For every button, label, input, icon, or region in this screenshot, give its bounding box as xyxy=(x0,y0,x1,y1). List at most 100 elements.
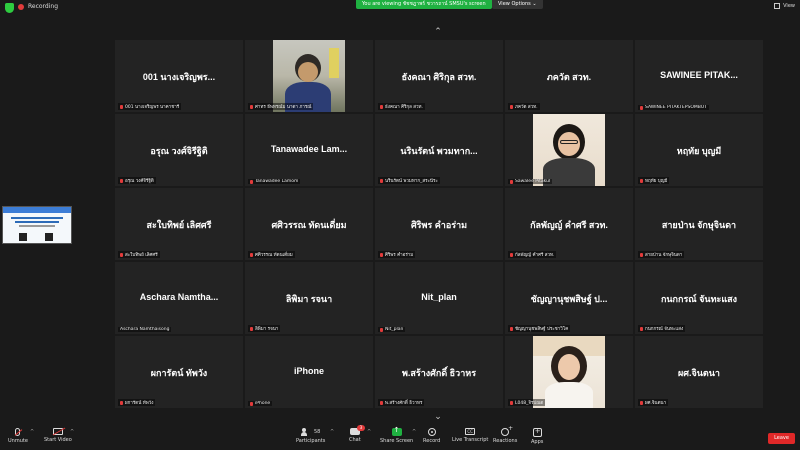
participants-options-caret-icon[interactable]: ^ xyxy=(330,429,334,435)
participants-button[interactable]: 58 Participants xyxy=(296,428,325,444)
participants-icon xyxy=(301,428,312,436)
participant-tile[interactable]: สายป่าน จักษุจินดา สายป่าน จักษุจินดา xyxy=(635,188,763,260)
closed-caption-icon: CC xyxy=(465,428,476,435)
scroll-down-chevron-icon[interactable]: ⌄ xyxy=(433,412,443,422)
shared-screen-text-line xyxy=(11,217,63,219)
record-button[interactable]: Record xyxy=(423,428,440,444)
chat-unread-badge: 3 xyxy=(356,425,365,431)
participant-display-name: สายป่าน จักษุจินดา xyxy=(661,220,737,230)
participant-name-tag: Nit_plan xyxy=(378,327,406,332)
gallery-grid: 001 นางเจริญพร... 001 นางเจริญพร นาคาชารี… xyxy=(115,40,763,410)
view-button[interactable]: View xyxy=(774,3,795,9)
shared-screen-text-line xyxy=(19,225,55,227)
participant-video xyxy=(273,40,345,112)
participant-name-tag: ลิพิมา รจนา xyxy=(248,325,281,332)
participant-name: ผศ.จินตนา xyxy=(645,401,667,406)
participant-name: ชัญญานุชพสิษฐ์ ประชาวิโค xyxy=(515,327,569,332)
participant-name-tag: นรินรัตน์ พวมทาก_สระนีระ xyxy=(378,177,440,184)
participant-display-name: ภควัต สวท. xyxy=(546,72,592,82)
participant-display-name: ลิพิมา รจนา xyxy=(285,294,333,304)
participant-name: Tanawadee Lamom xyxy=(255,179,299,184)
muted-mic-icon xyxy=(250,252,253,257)
muted-mic-icon xyxy=(640,178,643,183)
participant-tile[interactable]: ศิริพร คำอร่าม ศิริพร คำอร่าม xyxy=(375,188,503,260)
share-screen-button[interactable]: Share Screen xyxy=(380,426,414,444)
record-icon xyxy=(427,428,436,436)
participant-name-tag: L048_จิรปณต xyxy=(508,399,546,406)
participant-tile[interactable]: ศศิวรรณ ทัดนเดี่ยม ศศิวรรณ ทัดนเดี่ยม xyxy=(245,188,373,260)
security-shield-icon[interactable] xyxy=(5,3,14,13)
participant-name: กนกกรณ์ จันทะแสง xyxy=(645,327,684,332)
participant-tile-video[interactable]: ศาทร ธีพทรณ์ม นาดา ภารณ์ xyxy=(245,40,373,112)
participant-display-name: กัลพัญญ์ คำศรี สวท. xyxy=(530,220,608,230)
unmute-button[interactable]: Unmute xyxy=(8,428,28,444)
participant-tile[interactable]: หฤทัย บุญมี หฤทัย บุญมี xyxy=(635,114,763,186)
participant-name-tag: กนกกรณ์ จันทะแสง xyxy=(638,325,686,332)
participant-tile-video[interactable]: Sawalee Pitakul xyxy=(505,114,633,186)
participant-tile[interactable]: iPhone iPhone xyxy=(245,336,373,408)
muted-mic-icon xyxy=(120,400,123,405)
leave-button[interactable]: Leave xyxy=(768,433,795,444)
live-transcript-button[interactable]: CC Live Transcript xyxy=(452,428,488,443)
apps-button[interactable]: Apps xyxy=(531,427,543,445)
participant-tile[interactable]: Nit_plan Nit_plan xyxy=(375,262,503,334)
view-options-label: View Options xyxy=(498,1,531,7)
reactions-button[interactable]: Reactions xyxy=(493,425,517,444)
muted-mic-icon xyxy=(510,104,513,109)
share-options-caret-icon[interactable]: ^ xyxy=(412,429,416,435)
participant-tile[interactable]: นรินรัตน์ พวมทาก... นรินรัตน์ พวมทาก_สระน… xyxy=(375,114,503,186)
live-transcript-label: Live Transcript xyxy=(452,437,489,443)
participant-tile[interactable]: กนกกรณ์ จันทะแสง กนกกรณ์ จันทะแสง xyxy=(635,262,763,334)
recording-indicator[interactable]: Recording xyxy=(18,3,58,10)
video-options-caret-icon[interactable]: ^ xyxy=(70,429,74,435)
muted-mic-icon xyxy=(640,400,643,405)
chat-button[interactable]: 3 Chat xyxy=(349,425,365,443)
shared-screen-header-band xyxy=(3,207,71,213)
audio-options-caret-icon[interactable]: ^ xyxy=(30,429,34,435)
participant-name-tag: 001 นางเจริญพร นาคาชารี xyxy=(118,103,182,110)
muted-mic-icon xyxy=(120,178,123,183)
participant-tile[interactable]: ธังคณา ศิริกุล สวท. ธังคณา ศิริกุล สวท. xyxy=(375,40,503,112)
chat-options-caret-icon[interactable]: ^ xyxy=(367,429,371,435)
participant-display-name: Nit_plan xyxy=(421,292,457,302)
participant-tile[interactable]: อรุณ วงศ์จิรีฐิติ อรุณ วงศ์จิรีฐิติ xyxy=(115,114,243,186)
participant-tile[interactable]: ชัญญานุชพสิษฐ์ ป... ชัญญานุชพสิษฐ์ ประชาว… xyxy=(505,262,633,334)
participant-video xyxy=(533,336,605,408)
participant-name: สะใบทิพย์ เลิศศรี xyxy=(125,253,158,258)
participant-name: Nit_plan xyxy=(385,327,404,332)
participant-tile-video[interactable]: L048_จิรปณต xyxy=(505,336,633,408)
participant-name: iPhone xyxy=(255,401,271,406)
participant-tile[interactable]: 001 นางเจริญพร... 001 นางเจริญพร นาคาชารี xyxy=(115,40,243,112)
participant-name-tag: ศศิวรรณ ทัดนเดี่ยม xyxy=(248,251,295,258)
participant-name-tag: ผการัตน์ ทัพวัง xyxy=(118,399,156,406)
participant-name-tag: ผศ.จินตนา xyxy=(638,399,669,406)
participant-display-name: กนกกรณ์ จันทะแสง xyxy=(660,294,738,304)
view-options-button[interactable]: View Options ⌄ xyxy=(492,0,543,9)
participants-count: 58 xyxy=(314,429,321,435)
participant-tile[interactable]: SAWINEE PITAK... SAWINEE PITAKTEPSOMBUT xyxy=(635,40,763,112)
shared-screen-thumbnail[interactable] xyxy=(2,206,72,244)
participant-tile[interactable]: ลิพิมา รจนา ลิพิมา รจนา xyxy=(245,262,373,334)
participant-tile[interactable]: ผศ.จินตนา ผศ.จินตนา xyxy=(635,336,763,408)
participant-tile[interactable]: กัลพัญญ์ คำศรี สวท. กัลพัญญ์ คำศรี สวท. xyxy=(505,188,633,260)
participant-name-tag: Tanawadee Lamom xyxy=(248,179,301,184)
participant-tile[interactable]: พ.สร้างศักดิ์ ธิวาหร พ.สร้างศักดิ์ ธิวาหร xyxy=(375,336,503,408)
participant-tile[interactable]: สะใบทิพย์ เลิศศรี สะใบทิพย์ เลิศศรี xyxy=(115,188,243,260)
participant-display-name: สะใบทิพย์ เลิศศรี xyxy=(146,220,212,230)
scroll-up-chevron-icon[interactable]: ⌃ xyxy=(433,27,443,37)
participant-name: ศาทร ธีพทรณ์ม นาดา ภารณ์ xyxy=(255,105,312,110)
participant-tile[interactable]: Tanawadee Lam... Tanawadee Lamom xyxy=(245,114,373,186)
participant-name-tag: ธังคณา ศิริกุล สวท. xyxy=(378,103,425,110)
share-screen-label: Share Screen xyxy=(380,438,414,444)
unmute-label: Unmute xyxy=(8,438,28,444)
participant-tile[interactable]: Aschara Namtha... Aschara Namthaisong xyxy=(115,262,243,334)
muted-mic-icon xyxy=(380,327,383,332)
participant-name: Aschara Namthaisong xyxy=(120,327,170,332)
start-video-button[interactable]: Start Video xyxy=(44,428,72,443)
participant-display-name: ผศ.จินตนา xyxy=(678,368,720,378)
muted-mic-icon xyxy=(510,179,513,184)
muted-mic-icon xyxy=(510,400,513,405)
participant-tile[interactable]: ภควัต สวท. ภควัต สวท. xyxy=(505,40,633,112)
participant-name: อรุณ วงศ์จิรีฐิติ xyxy=(125,179,154,184)
participant-tile[interactable]: ผการัตน์ ทัพวัง ผการัตน์ ทัพวัง xyxy=(115,336,243,408)
